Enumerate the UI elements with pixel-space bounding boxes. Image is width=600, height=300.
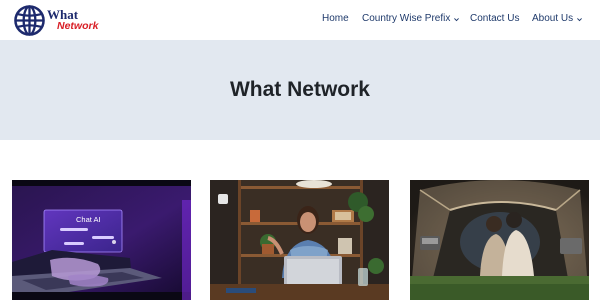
post-card-1[interactable]: Chat AI	[12, 180, 191, 300]
chat-ai-overlay-text: Chat AI	[76, 215, 101, 224]
chevron-down-icon	[454, 17, 460, 21]
nav-contact-us[interactable]: Contact Us	[470, 13, 519, 25]
post-card-3[interactable]	[410, 180, 589, 300]
site-logo[interactable]: What Network	[14, 4, 114, 36]
post-card-2[interactable]	[210, 180, 389, 300]
nav-country-wise-prefix-label: Country Wise Prefix	[362, 13, 451, 24]
woman-with-laptop-image	[210, 180, 389, 300]
nav-contact-us-label: Contact Us	[470, 13, 520, 24]
camping-tent-night-image	[410, 180, 589, 300]
page-title: What Network	[229, 78, 370, 101]
nav-country-wise-prefix[interactable]: Country Wise Prefix	[362, 13, 460, 25]
chevron-down-icon	[577, 17, 583, 21]
globe-icon	[14, 5, 45, 36]
nav-home-label: Home	[322, 13, 349, 24]
nav-home[interactable]: Home	[322, 13, 349, 25]
hero-banner: What Network	[0, 40, 600, 140]
site-header: What Network Home Country Wise Prefix Co…	[0, 0, 600, 40]
nav-about-us-label: About Us	[532, 13, 574, 24]
logo-text-network: Network	[57, 20, 99, 32]
nav-about-us[interactable]: About Us	[532, 13, 583, 25]
laptop-chat-ai-image: Chat AI	[12, 180, 191, 300]
